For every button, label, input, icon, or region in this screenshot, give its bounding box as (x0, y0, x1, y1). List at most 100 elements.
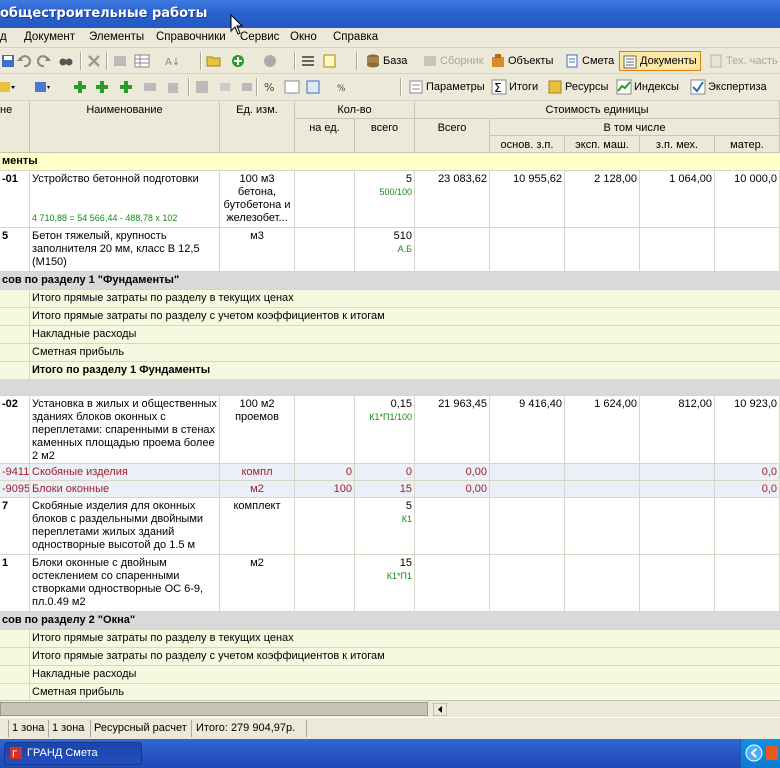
column-header-machine-ops[interactable]: эксп. маш. (565, 136, 640, 153)
itogi-button[interactable]: Σ Итоги (489, 77, 541, 97)
cell-code (0, 648, 30, 665)
section-row[interactable]: менты (0, 153, 780, 171)
totals-label: Сметная прибыль (32, 346, 125, 358)
resursy-button[interactable]: Ресурсы (545, 77, 611, 97)
totals-header-row[interactable]: сов по разделу 1 "Фундаменты" (0, 272, 780, 290)
totals-row[interactable]: Накладные расходы (0, 666, 780, 684)
edit-icon[interactable] (112, 53, 128, 69)
resource-row[interactable]: -9411 Скобяные изделия компл 0 0 0,00 0,… (0, 464, 780, 481)
calendar-icon[interactable] (306, 79, 322, 95)
totals-row[interactable]: Сметная прибыль (0, 344, 780, 362)
menu-item-reference[interactable]: Справочники (156, 31, 226, 43)
format-icon[interactable] (240, 79, 256, 95)
table-row[interactable]: 5 Бетон тяжелый, крупность заполнителя 2… (0, 228, 780, 272)
totals-header-row[interactable]: сов по разделу 2 "Окна" (0, 612, 780, 630)
cell-qty: 5 500/100 (355, 171, 415, 227)
list-icon[interactable] (300, 53, 316, 69)
grid-icon[interactable] (284, 79, 300, 95)
totals-row[interactable]: Сметная прибыль (0, 684, 780, 700)
cell-total (415, 555, 490, 611)
cell-zp (490, 498, 565, 554)
smeta-button[interactable]: Смета (562, 51, 617, 71)
section-row[interactable] (0, 380, 780, 396)
table-row[interactable]: -01 Устройство бетонной подготовки 4 710… (0, 171, 780, 228)
cell-name: Бетон тяжелый, крупность заполнителя 20 … (30, 228, 220, 271)
status-separator (48, 720, 49, 737)
save-icon[interactable] (0, 53, 16, 69)
cell-zpmech (640, 555, 715, 611)
parameters-button[interactable]: Параметры (406, 77, 488, 97)
table-row[interactable]: -02 Установка в жилых и общественных зда… (0, 396, 780, 464)
calc-icon[interactable] (194, 79, 210, 95)
menu-item-document[interactable]: Документ (24, 31, 75, 43)
column-header-qty-per-unit[interactable]: на ед. (295, 119, 355, 153)
column-header-unit[interactable]: Ед. изм. (220, 101, 295, 153)
tekh-chast-button[interactable]: Тех. часть (706, 51, 780, 71)
toolbar-separator (356, 52, 358, 70)
column-header-basis[interactable]: не (0, 101, 30, 153)
menu-item-elements[interactable]: Элементы (89, 31, 144, 43)
cell-mater (715, 555, 780, 611)
column-header-materials[interactable]: матер. (715, 136, 780, 153)
redo-icon[interactable] (36, 53, 52, 69)
add-circle-icon[interactable] (230, 53, 246, 69)
edit-line-icon[interactable] (218, 79, 234, 95)
obekty-button[interactable]: Объекты (488, 51, 556, 71)
settings-icon[interactable] (34, 79, 50, 95)
table-row[interactable]: 7 Скобяные изделия для оконных блоков с … (0, 498, 780, 555)
add-green-icon[interactable] (118, 79, 134, 95)
indeksy-button[interactable]: Индексы (614, 77, 682, 97)
open-folder-icon[interactable] (206, 53, 222, 69)
column-header-mech-salary[interactable]: з.п. мех. (640, 136, 715, 153)
cell-mater (715, 228, 780, 271)
cell-qty: 5 К1 (355, 498, 415, 554)
undo-icon[interactable] (16, 53, 32, 69)
column-header-total[interactable]: Всего (415, 119, 490, 153)
sbornik-button[interactable]: Сборник (420, 51, 487, 71)
estimate-grid: не Наименование Ед. изм. Кол-во на ед. в… (0, 101, 780, 700)
taskbar-app-button[interactable]: Г ГРАНД Смета (4, 742, 142, 765)
totals-row[interactable]: Итого по разделу 1 Фундаменты (0, 362, 780, 380)
baza-button[interactable]: База (363, 51, 410, 71)
menu-item-file[interactable]: д (0, 31, 7, 43)
delete-icon[interactable] (86, 53, 102, 69)
copy-icon[interactable] (166, 79, 182, 95)
percent-icon[interactable]: % (262, 79, 278, 95)
totals-row[interactable]: Итого прямые затраты по разделу с учетом… (0, 308, 780, 326)
scroll-left-icon[interactable] (433, 703, 447, 716)
menu-item-help[interactable]: Справка (333, 31, 378, 43)
window-title: общестроительные работы (0, 6, 208, 21)
totals-row[interactable]: Итого прямые затраты по разделу с учетом… (0, 648, 780, 666)
dropdown-icon[interactable] (0, 79, 16, 95)
horizontal-scrollbar[interactable] (0, 700, 780, 717)
sort-icon[interactable]: A↓ (164, 53, 180, 69)
totals-row[interactable]: Итого прямые затраты по разделу в текущи… (0, 290, 780, 308)
find-icon[interactable] (58, 53, 74, 69)
totals-row[interactable]: Накладные расходы (0, 326, 780, 344)
menu-item-service[interactable]: Сервис (240, 31, 279, 43)
dokumenty-button[interactable]: Документы (619, 51, 701, 71)
table-icon[interactable] (134, 53, 150, 69)
column-header-qty[interactable]: Кол-во (295, 101, 415, 119)
tray-app-icon[interactable] (765, 745, 779, 761)
tray-arrow-icon[interactable] (745, 744, 763, 762)
move-icon[interactable] (142, 79, 158, 95)
notes-icon[interactable] (322, 53, 338, 69)
menu-item-window[interactable]: Окно (290, 31, 317, 43)
add-green-icon[interactable] (94, 79, 110, 95)
add-green-icon[interactable] (72, 79, 88, 95)
ekspertiza-button[interactable]: Экспертиза (688, 77, 770, 97)
cell-mash (565, 228, 640, 271)
column-header-including[interactable]: В том числе (490, 119, 780, 136)
totals-row[interactable]: Итого прямые затраты по разделу в текущи… (0, 630, 780, 648)
column-header-base-salary[interactable]: основ. з.п. (490, 136, 565, 153)
column-header-unit-cost[interactable]: Стоимость единицы (415, 101, 780, 119)
coeff-icon[interactable]: % (336, 79, 352, 95)
column-header-qty-total[interactable]: всего (355, 119, 415, 153)
remove-circle-icon[interactable] (262, 53, 278, 69)
column-header-name[interactable]: Наименование (30, 101, 220, 153)
cell-qty-per (295, 396, 355, 463)
scrollbar-thumb[interactable] (0, 702, 428, 716)
resource-row[interactable]: -9095 Блоки оконные м2 100 15 0,00 0,0 (0, 481, 780, 498)
table-row[interactable]: 1 Блоки оконные с двойным остеклением со… (0, 555, 780, 612)
